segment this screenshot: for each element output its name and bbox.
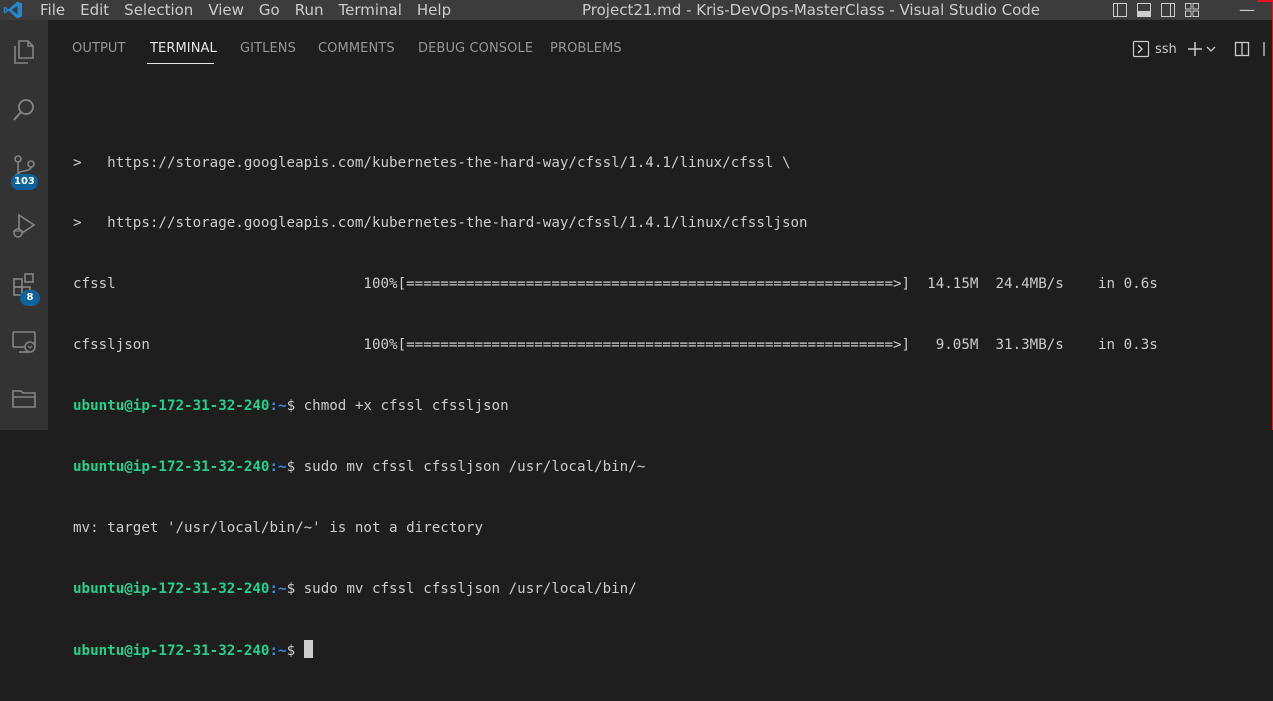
menu-run[interactable]: Run xyxy=(295,0,324,20)
panel-overflow-icon[interactable] xyxy=(1262,41,1270,57)
menu-terminal[interactable]: Terminal xyxy=(339,0,402,20)
terminal-line: cfssljson 100%[=========================… xyxy=(73,337,1158,354)
activity-remote-explorer[interactable] xyxy=(0,320,48,368)
bottom-panel: OUTPUT TERMINAL GITLENS COMMENTS DEBUG C… xyxy=(48,20,1272,659)
menu-selection[interactable]: Selection xyxy=(124,0,193,20)
toggle-panel-icon[interactable] xyxy=(1135,1,1153,19)
customize-layout-icon[interactable] xyxy=(1183,1,1201,19)
active-tab-indicator xyxy=(147,63,214,64)
prompt-path: :~ xyxy=(269,580,287,597)
layout-controls xyxy=(1111,1,1201,19)
window-border xyxy=(1258,0,1273,2)
menu-bar: File Edit Selection View Go Run Terminal… xyxy=(40,0,466,20)
command-text: $ sudo mv cfssl cfssljson /usr/local/bin… xyxy=(286,459,646,476)
prompt-path: :~ xyxy=(269,459,287,476)
prompt-user: ubuntu@ip-172-31-32-240 xyxy=(73,459,270,476)
new-terminal-icon[interactable] xyxy=(1187,41,1203,57)
menu-help[interactable]: Help xyxy=(417,0,451,20)
terminal-prompt-line: ubuntu@ip-172-31-32-240:~$ xyxy=(73,639,1158,660)
command-text: $ sudo mv cfssl cfssljson /usr/local/bin… xyxy=(286,580,637,597)
terminal-error-line: mv: target '/usr/local/bin/~' is not a d… xyxy=(73,519,483,536)
panel-actions: ssh xyxy=(1132,38,1270,60)
terminal-line: > https://storage.googleapis.com/kuberne… xyxy=(73,215,808,232)
menu-view[interactable]: View xyxy=(208,0,244,20)
activity-search[interactable] xyxy=(0,88,48,136)
remote-explorer-icon xyxy=(10,328,38,360)
terminal-line: cfssl 100%[=============================… xyxy=(73,276,1158,293)
terminal-shell-icon[interactable] xyxy=(1132,40,1150,58)
minimize-window-icon[interactable]: — xyxy=(1237,0,1257,20)
command-text: $ xyxy=(286,642,304,659)
extensions-badge: 8 xyxy=(20,290,40,306)
activity-source-control[interactable]: 103 xyxy=(0,146,48,194)
chevron-down-icon[interactable] xyxy=(1206,44,1216,54)
terminal-cursor xyxy=(303,639,313,658)
panel-tabs: OUTPUT TERMINAL GITLENS COMMENTS DEBUG C… xyxy=(48,20,1272,77)
prompt-user: ubuntu@ip-172-31-32-240 xyxy=(73,398,270,415)
menu-file[interactable]: File xyxy=(40,0,65,20)
tab-output[interactable]: OUTPUT xyxy=(72,41,126,56)
terminal-prompt-line: ubuntu@ip-172-31-32-240:~$ chmod +x cfss… xyxy=(73,396,1158,416)
tab-terminal[interactable]: TERMINAL xyxy=(150,41,217,56)
terminal-line: > https://storage.googleapis.com/kuberne… xyxy=(73,154,791,171)
activity-extensions[interactable]: 8 xyxy=(0,262,48,310)
terminal-output[interactable]: > https://storage.googleapis.com/kuberne… xyxy=(73,112,1158,701)
prompt-path: :~ xyxy=(269,642,287,659)
run-debug-icon xyxy=(10,212,38,244)
window-title: Project21.md - Kris-DevOps-MasterClass -… xyxy=(582,1,1040,19)
terminal-prompt-line: ubuntu@ip-172-31-32-240:~$ sudo mv cfssl… xyxy=(73,457,1158,477)
menu-go[interactable]: Go xyxy=(259,0,280,20)
tab-gitlens[interactable]: GITLENS xyxy=(240,41,296,56)
terminal-profile-label[interactable]: ssh xyxy=(1155,42,1177,57)
search-icon xyxy=(10,96,38,128)
prompt-path: :~ xyxy=(269,398,287,415)
folder-icon xyxy=(10,384,38,416)
activity-bar: 103 8 xyxy=(0,20,48,430)
source-control-badge: 103 xyxy=(11,174,38,190)
toggle-primary-sidebar-icon[interactable] xyxy=(1111,1,1129,19)
menu-edit[interactable]: Edit xyxy=(80,0,109,20)
tab-debug-console[interactable]: DEBUG CONSOLE xyxy=(418,41,533,56)
title-bar: File Edit Selection View Go Run Terminal… xyxy=(0,0,1273,20)
prompt-user: ubuntu@ip-172-31-32-240 xyxy=(73,580,270,597)
activity-folder[interactable] xyxy=(0,376,48,424)
tab-problems[interactable]: PROBLEMS xyxy=(550,41,622,56)
command-text: $ chmod +x cfssl cfssljson xyxy=(286,398,509,415)
split-terminal-icon[interactable] xyxy=(1234,41,1250,57)
prompt-user: ubuntu@ip-172-31-32-240 xyxy=(73,642,270,659)
files-icon xyxy=(10,38,38,70)
terminal-prompt-line: ubuntu@ip-172-31-32-240:~$ sudo mv cfssl… xyxy=(73,579,1158,599)
activity-run-debug[interactable] xyxy=(0,204,48,252)
activity-explorer[interactable] xyxy=(0,30,48,78)
toggle-secondary-sidebar-icon[interactable] xyxy=(1159,1,1177,19)
tab-comments[interactable]: COMMENTS xyxy=(318,41,395,56)
vscode-logo-icon xyxy=(3,1,23,19)
